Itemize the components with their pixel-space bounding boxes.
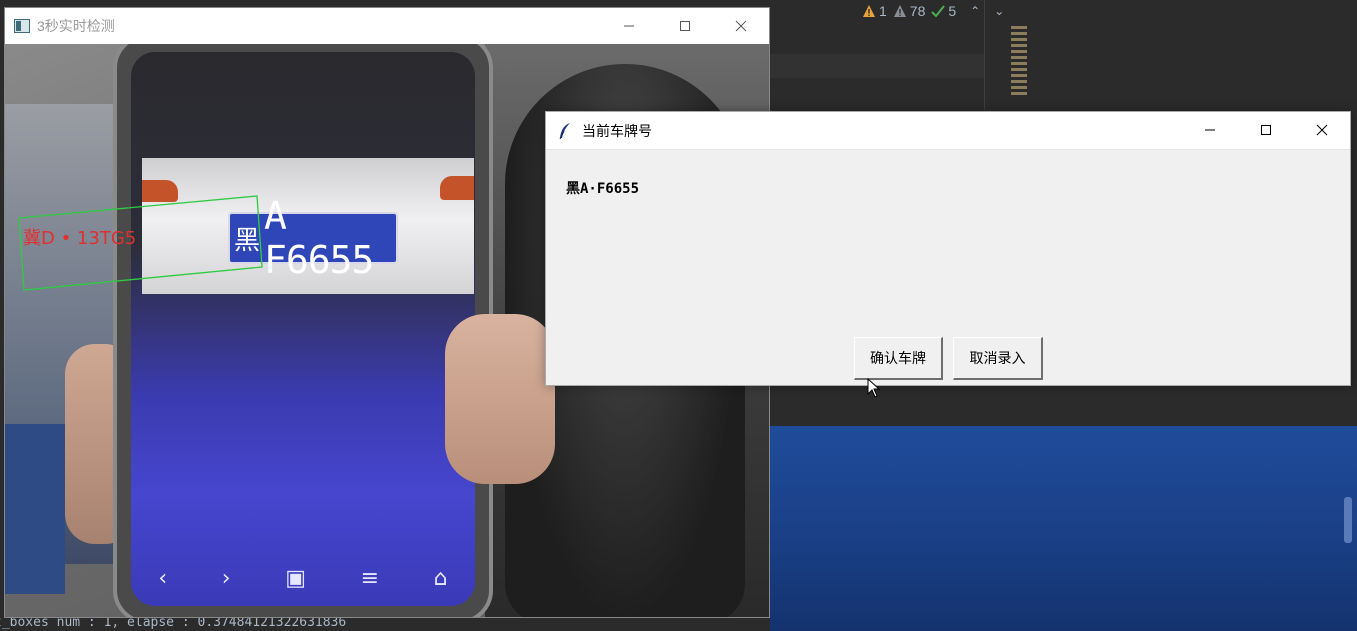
check-icon <box>931 5 946 18</box>
plate-number-label: 黑A·F6655 <box>566 181 640 197</box>
weak-warning-icon <box>893 5 906 17</box>
dialog-title: 当前车牌号 <box>582 122 652 139</box>
dialog-separator <box>546 149 1350 150</box>
dialog-maximize-button[interactable] <box>1238 112 1294 148</box>
plate-dialog[interactable]: 当前车牌号 黑A·F6655 确认车牌 取消录入 <box>545 111 1351 386</box>
warning-count: 1 <box>879 3 887 19</box>
app-window-icon <box>14 19 30 33</box>
inspection-warnings[interactable]: 1 <box>862 3 887 19</box>
camera-window-controls <box>601 8 769 44</box>
close-icon <box>735 20 747 32</box>
mouse-cursor-icon <box>867 378 881 398</box>
feather-icon <box>559 122 570 139</box>
dialog-titlebar[interactable]: 当前车牌号 <box>546 112 1350 149</box>
weak-warning-count: 78 <box>909 3 926 19</box>
typo-count: 5 <box>948 3 957 19</box>
desktop-background <box>770 426 1357 631</box>
confirm-plate-button[interactable]: 确认车牌 <box>854 337 943 380</box>
maximize-button[interactable] <box>657 8 713 44</box>
editor-right-margin <box>984 0 985 110</box>
minimize-button[interactable] <box>601 8 657 44</box>
cancel-entry-button[interactable]: 取消录入 <box>953 337 1043 380</box>
camera-titlebar[interactable]: 3秒实时检测 <box>5 8 769 44</box>
scrollbar-thumb[interactable] <box>1344 497 1352 543</box>
detection-label: 冀D • 13TG5 <box>23 228 137 249</box>
dialog-window-controls <box>1182 112 1350 148</box>
maximize-icon <box>1261 125 1271 135</box>
editor-current-line <box>770 54 985 78</box>
dialog-close-button[interactable] <box>1294 112 1350 148</box>
chevron-down-icon[interactable]: ⌄ <box>994 4 1004 18</box>
inspection-weak-warnings[interactable]: 78 <box>893 3 926 19</box>
minimize-icon <box>624 25 634 27</box>
inspection-typos[interactable]: 5 <box>931 3 956 19</box>
chevron-up-icon[interactable]: ⌃ <box>970 4 980 18</box>
dialog-minimize-button[interactable] <box>1182 112 1238 148</box>
maximize-icon <box>680 21 690 31</box>
editor-header <box>770 0 1357 24</box>
warning-icon <box>863 5 875 17</box>
close-button[interactable] <box>713 8 769 44</box>
close-icon <box>1316 124 1328 136</box>
minimize-icon <box>1205 129 1215 131</box>
error-stripe[interactable] <box>1011 26 1027 112</box>
inspection-widget[interactable]: 1 78 5 ⌃ ⌄ <box>862 2 1004 20</box>
camera-window-title: 3秒实时检测 <box>37 18 115 34</box>
console-area <box>770 386 1357 426</box>
